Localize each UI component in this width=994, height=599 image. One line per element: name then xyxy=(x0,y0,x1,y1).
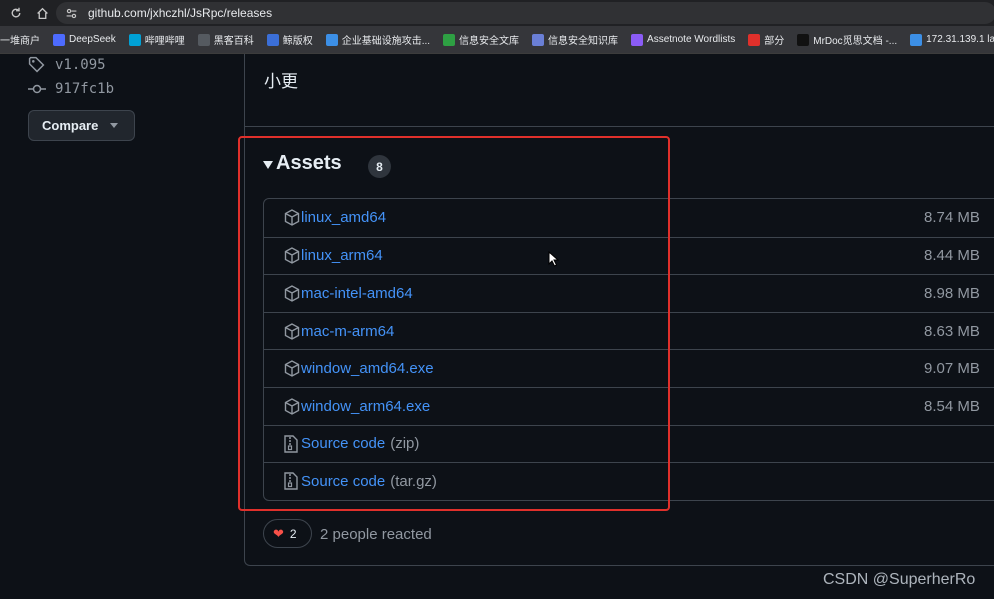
asset-size: 8.63 MB xyxy=(924,322,980,340)
asset-link[interactable]: window_arm64.exe xyxy=(301,398,430,415)
browser-toolbar: github.com/jxhczhl/JsRpc/releases xyxy=(0,0,994,26)
file-zip-icon xyxy=(284,472,300,491)
release-tag[interactable]: v1.095 xyxy=(55,57,106,73)
asset-link[interactable]: linux_amd64 xyxy=(301,209,386,226)
globe-icon xyxy=(197,33,210,46)
bookmark-item[interactable]: 部分 xyxy=(748,32,784,47)
bookmark-item[interactable]: DeepSeek xyxy=(53,33,116,46)
chevron-down-icon xyxy=(110,123,119,128)
bookmark-item[interactable]: 鲸版权 xyxy=(266,32,313,47)
reactions-summary: 2 people reacted xyxy=(320,526,432,543)
bookmark-item[interactable]: 172.31.139.1 launc... xyxy=(910,33,994,46)
deepseek-icon xyxy=(53,33,65,46)
asset-link[interactable]: window_amd64.exe xyxy=(301,360,434,377)
site-info-icon[interactable] xyxy=(64,6,78,20)
asset-format[interactable]: (zip) xyxy=(390,435,419,452)
cube-icon xyxy=(325,33,338,46)
bookmark-item[interactable]: 信息安全知识库 xyxy=(532,32,618,47)
bookmark-label: DeepSeek xyxy=(69,34,116,45)
asset-row: linux_arm64 8.44 MB xyxy=(264,236,994,275)
mouse-cursor-icon xyxy=(548,250,560,272)
asset-row: window_amd64.exe 9.07 MB xyxy=(264,349,994,387)
package-icon xyxy=(284,360,300,378)
assets-toggle[interactable]: Assets xyxy=(263,152,342,175)
asset-row: mac-intel-amd64 8.98 MB xyxy=(264,274,994,312)
bookmark-item[interactable]: Assetnote Wordlists xyxy=(631,33,736,46)
asset-size: 9.07 MB xyxy=(924,360,980,378)
bookmark-label: MrDoc觅思文档 -... xyxy=(813,36,898,47)
bookmark-label: 信息安全文库 xyxy=(459,36,520,47)
bookmark-item[interactable]: MrDoc觅思文档 -... xyxy=(797,32,897,47)
bookmark-label: 部分 xyxy=(764,36,785,47)
bilibili-icon xyxy=(128,33,141,46)
bookmark-label: 172.31.139.1 launc... xyxy=(926,34,994,45)
commit-row[interactable]: 917fc1b xyxy=(28,81,114,97)
bookmark-label: 企业基础设施攻击... xyxy=(341,36,431,47)
bookmark-item[interactable]: 哔哩哔哩 xyxy=(128,32,185,47)
watermark: CSDN @SuperherRo xyxy=(823,571,976,588)
whale-icon xyxy=(266,33,279,46)
package-icon xyxy=(284,209,300,227)
asset-row: Source code (tar.gz) xyxy=(264,462,994,500)
heart-icon: ❤ xyxy=(273,525,284,541)
bookmark-item[interactable]: 一堆商户 xyxy=(0,32,40,47)
asset-link[interactable]: Source code xyxy=(301,473,385,490)
triangle-down-icon xyxy=(263,160,273,169)
asset-size: 8.44 MB xyxy=(924,247,980,265)
compare-label: Compare xyxy=(42,118,99,133)
asset-link[interactable]: mac-m-arm64 xyxy=(301,323,394,340)
asset-size: 8.98 MB xyxy=(924,284,980,302)
release-notes: 小更 xyxy=(264,72,298,91)
package-icon xyxy=(284,284,300,302)
asset-format[interactable]: (tar.gz) xyxy=(390,473,437,490)
commit-icon xyxy=(28,82,46,96)
bookmarks-bar: 一堆商户 DeepSeek 哔哩哔哩 黑客百科 鲸版权 企业基础设施攻击... 信息安全文库… xyxy=(0,26,994,54)
network-icon xyxy=(910,33,923,46)
assets-count-badge: 8 xyxy=(368,155,391,178)
assets-heading: Assets xyxy=(276,152,342,174)
commit-hash[interactable]: 917fc1b xyxy=(55,81,114,97)
reaction-count: 2 xyxy=(289,526,297,541)
reaction-button[interactable]: ❤ 2 xyxy=(263,519,312,548)
divider xyxy=(245,126,994,127)
assets-list: linux_amd64 8.74 MB linux_arm64 8.44 MB mac-… xyxy=(263,198,994,501)
red-shield-icon xyxy=(748,33,761,46)
asset-row: linux_amd64 8.74 MB xyxy=(264,199,994,237)
package-icon xyxy=(284,397,300,415)
compare-button[interactable]: Compare xyxy=(28,110,135,141)
file-zip-icon xyxy=(284,435,300,453)
m-icon xyxy=(797,33,810,46)
package-icon xyxy=(284,247,300,265)
asset-size: 8.74 MB xyxy=(924,209,980,227)
asset-row: mac-m-arm64 8.63 MB xyxy=(264,311,994,350)
bookmark-label: 信息安全知识库 xyxy=(548,36,619,47)
bookmark-item[interactable]: 黑客百科 xyxy=(197,32,254,47)
bookmark-label: 黑客百科 xyxy=(213,36,254,47)
asset-link[interactable]: linux_arm64 xyxy=(301,247,383,264)
diamond-icon xyxy=(532,33,545,46)
bookmark-label: 哔哩哔哩 xyxy=(144,36,185,47)
asset-link[interactable]: Source code xyxy=(301,435,385,452)
bookmark-item[interactable]: 企业基础设施攻击... xyxy=(325,32,431,47)
url-text[interactable]: github.com/jxhczhl/JsRpc/releases xyxy=(88,6,272,20)
asset-link[interactable]: mac-intel-amd64 xyxy=(301,285,413,302)
address-bar[interactable]: github.com/jxhczhl/JsRpc/releases xyxy=(56,2,994,24)
reload-icon[interactable] xyxy=(6,3,26,23)
shield-icon xyxy=(443,33,456,46)
bookmark-label: Assetnote Wordlists xyxy=(647,34,736,45)
asset-row: Source code (zip) xyxy=(264,424,994,463)
bookmark-item[interactable]: 信息安全文库 xyxy=(443,32,519,47)
asset-size: 8.54 MB xyxy=(924,397,980,415)
triangle-icon xyxy=(631,33,644,46)
home-icon[interactable] xyxy=(32,3,52,23)
asset-row: window_arm64.exe 8.54 MB xyxy=(264,386,994,425)
tag-row[interactable]: v1.095 xyxy=(28,56,106,73)
bookmark-label: 鲸版权 xyxy=(282,36,313,47)
bookmark-label: 一堆商户 xyxy=(0,36,40,47)
tag-icon xyxy=(28,56,46,73)
package-icon xyxy=(284,322,300,340)
